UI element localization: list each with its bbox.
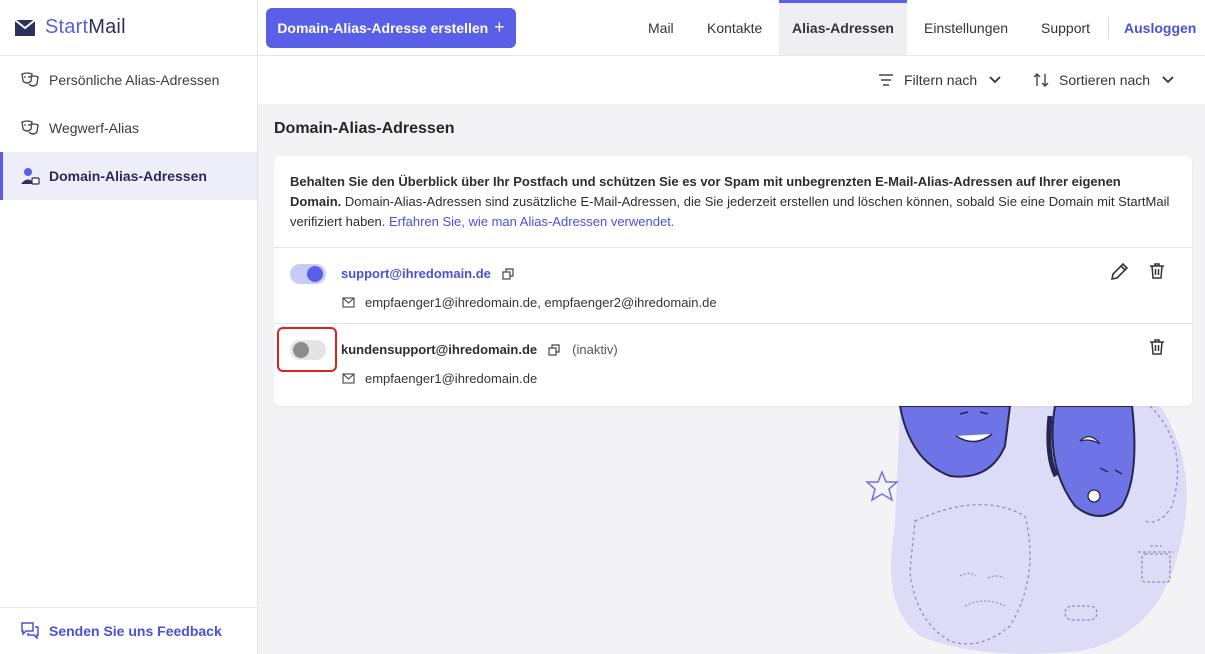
envelope-logo-icon xyxy=(14,18,36,36)
toggle-knob xyxy=(307,266,323,282)
intro-text: Behalten Sie den Überblick über Ihr Post… xyxy=(290,172,1170,232)
sidebar-item-personal-aliases[interactable]: Persönliche Alias-Adressen xyxy=(0,56,257,104)
copy-icon[interactable] xyxy=(502,267,514,280)
logout-label: Ausloggen xyxy=(1124,19,1197,36)
sidebar: StartMail Persönliche Alias-Adressen Weg… xyxy=(0,0,258,654)
alias-toggle[interactable] xyxy=(290,264,326,284)
nav-label: Einstellungen xyxy=(924,19,1009,36)
chat-bubbles-icon xyxy=(20,621,40,641)
top-navigation: Domain-Alias-Adresse erstellen + Mail Ko… xyxy=(258,0,1205,56)
nav-support[interactable]: Support xyxy=(1029,0,1102,55)
alias-address: support@ihredomain.de xyxy=(341,266,514,281)
sidebar-item-label: Persönliche Alias-Adressen xyxy=(49,72,220,88)
learn-more-link[interactable]: Erfahren Sie, wie man Alias-Adressen ver… xyxy=(389,214,674,229)
nav-mail[interactable]: Mail xyxy=(636,0,686,55)
create-button-label: Domain-Alias-Adresse erstellen xyxy=(277,20,489,36)
alias-address-text: kundensupport@ihredomain.de xyxy=(341,342,538,357)
alias-recipients: empfaenger1@ihredomain.de xyxy=(342,371,537,386)
status-badge: (inaktiv) xyxy=(572,342,618,357)
filter-label: Filtern nach xyxy=(904,72,978,88)
create-domain-alias-button[interactable]: Domain-Alias-Adresse erstellen + xyxy=(266,8,516,48)
sort-arrows-icon xyxy=(1033,73,1049,87)
brand-name: StartMail xyxy=(45,16,126,38)
recipients-text: empfaenger1@ihredomain.de xyxy=(365,371,538,386)
delete-trash-icon[interactable] xyxy=(1149,262,1165,280)
theater-masks-illustration xyxy=(865,406,1187,654)
plus-icon: + xyxy=(494,16,505,37)
toggle-highlight-box xyxy=(277,327,337,372)
sort-label: Sortieren nach xyxy=(1059,72,1151,88)
alias-address: kundensupport@ihredomain.de (inaktiv) xyxy=(341,342,618,357)
filter-dropdown[interactable]: Filtern nach xyxy=(878,56,1001,104)
chevron-down-icon xyxy=(989,76,1001,84)
nav-settings[interactable]: Einstellungen xyxy=(912,0,1020,55)
masks-icon xyxy=(20,70,40,90)
nav-divider xyxy=(1108,17,1109,39)
page-title: Domain-Alias-Adressen xyxy=(274,120,455,137)
feedback-label: Senden Sie uns Feedback xyxy=(49,623,222,639)
logo[interactable]: StartMail xyxy=(0,0,257,56)
sidebar-item-label: Wegwerf-Alias xyxy=(49,120,139,136)
alias-row: support@ihredomain.de empfaenger1@ihredo… xyxy=(274,248,1192,324)
recipients-text: empfaenger1@ihredomain.de, empfaenger2@i… xyxy=(365,295,717,310)
nav-label: Alias-Adressen xyxy=(792,19,894,36)
filter-lines-icon xyxy=(879,74,893,86)
alias-address-text: support@ihredomain.de xyxy=(341,266,491,281)
forward-mail-icon xyxy=(342,297,355,308)
alias-row: kundensupport@ihredomain.de (inaktiv) em… xyxy=(274,324,1192,400)
sort-dropdown[interactable]: Sortieren nach xyxy=(1033,56,1174,104)
nav-label: Kontakte xyxy=(707,19,763,36)
edit-pencil-icon[interactable] xyxy=(1109,262,1129,282)
nav-label: Mail xyxy=(648,19,674,36)
logout-link[interactable]: Ausloggen xyxy=(1112,0,1205,55)
nav-contacts[interactable]: Kontakte xyxy=(695,0,774,55)
alias-card: Behalten Sie den Überblick über Ihr Post… xyxy=(274,156,1192,406)
sidebar-item-disposable-alias[interactable]: Wegwerf-Alias xyxy=(0,104,257,152)
filter-sort-bar: Filtern nach Sortieren nach xyxy=(258,56,1205,104)
delete-trash-icon[interactable] xyxy=(1149,338,1165,356)
masks-icon xyxy=(20,118,40,138)
feedback-link[interactable]: Senden Sie uns Feedback xyxy=(0,607,257,654)
nav-label: Support xyxy=(1041,19,1091,36)
sidebar-item-domain-aliases[interactable]: Domain-Alias-Adressen xyxy=(0,152,257,200)
alias-recipients: empfaenger1@ihredomain.de, empfaenger2@i… xyxy=(342,295,717,310)
copy-icon[interactable] xyxy=(548,343,560,356)
user-badge-icon xyxy=(20,166,40,186)
chevron-down-icon xyxy=(1162,76,1174,84)
nav-alias-addresses[interactable]: Alias-Adressen xyxy=(779,0,907,55)
sidebar-item-label: Domain-Alias-Adressen xyxy=(49,168,207,184)
forward-mail-icon xyxy=(342,373,355,384)
